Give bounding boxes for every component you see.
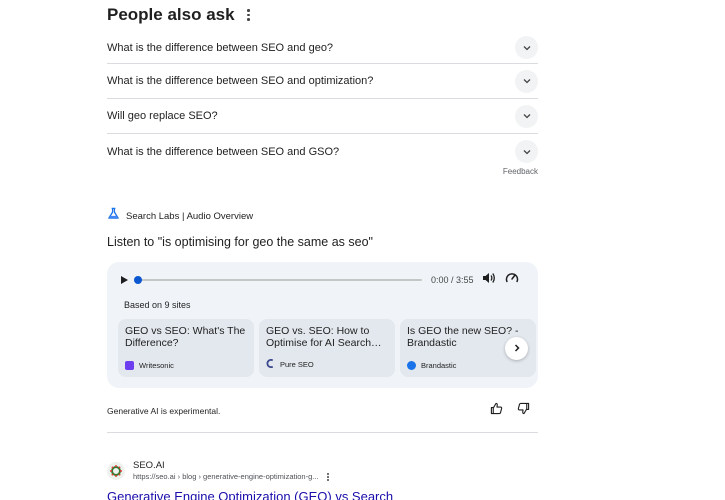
thumbs-up-icon[interactable] — [490, 402, 503, 420]
paa-question-list: What is the difference between SEO and g… — [107, 32, 538, 169]
audio-player: 0:00 / 3:55 — [121, 272, 526, 288]
based-on-sites: Based on 9 sites — [124, 300, 191, 310]
writesonic-icon — [125, 361, 134, 370]
audio-time: 0:00 / 3:55 — [431, 275, 474, 285]
source-site: Pure SEO — [266, 359, 314, 370]
feedback-thumbs — [490, 402, 530, 420]
thumbs-down-icon[interactable] — [517, 402, 530, 420]
feedback-link[interactable]: Feedback — [107, 167, 538, 176]
paa-question[interactable]: What is the difference between SEO and g… — [107, 32, 538, 64]
source-cards: GEO vs SEO: What's The Difference? Write… — [118, 319, 536, 377]
paa-question-text: What is the difference between SEO and G… — [107, 145, 340, 158]
paa-question-text: Will geo replace SEO? — [107, 110, 218, 122]
people-also-ask: People also ask What is the difference b… — [107, 0, 538, 176]
result-site-info: SEO.AI https://seo.ai › blog › generativ… — [133, 460, 329, 481]
search-labs-flask-icon — [107, 207, 120, 225]
audio-overview-title: Listen to "is optimising for geo the sam… — [107, 235, 373, 249]
ai-disclaimer: Generative AI is experimental. — [107, 406, 221, 416]
paa-question[interactable]: What is the difference between SEO and G… — [107, 134, 538, 169]
source-site-name: Brandastic — [421, 361, 457, 370]
search-labs-audio-overview: Search Labs | Audio Overview Listen to "… — [107, 207, 538, 433]
chevron-down-icon[interactable] — [515, 140, 538, 163]
source-title: GEO vs SEO: What's The Difference? — [125, 325, 246, 349]
paa-question-text: What is the difference between SEO and g… — [107, 41, 334, 54]
play-icon[interactable] — [121, 276, 128, 284]
paa-title: People also ask — [107, 5, 235, 24]
source-card[interactable]: GEO vs SEO: What's The Difference? Write… — [118, 319, 254, 377]
playback-speed-icon[interactable] — [505, 271, 519, 289]
result-url-row: https://seo.ai › blog › generative-engin… — [133, 472, 329, 481]
result-title-link[interactable]: Generative Engine Optimization (GEO) vs … — [107, 489, 538, 500]
source-site-name: Pure SEO — [280, 360, 314, 369]
paa-question[interactable]: What is the difference between SEO and o… — [107, 64, 538, 99]
disclaimer-row: Generative AI is experimental. — [107, 402, 538, 420]
audio-progress-track[interactable] — [134, 276, 422, 284]
result-url: https://seo.ai › blog › generative-engin… — [133, 472, 319, 481]
audio-player-card: 0:00 / 3:55 Based on 9 sites GEO vs SEO:… — [107, 262, 538, 388]
labs-header-text: Search Labs | Audio Overview — [126, 210, 254, 222]
chevron-down-icon[interactable] — [515, 69, 538, 93]
source-site-name: Writesonic — [139, 361, 174, 370]
chevron-down-icon[interactable] — [515, 36, 538, 59]
chevron-down-icon[interactable] — [515, 104, 538, 128]
source-card[interactable]: GEO vs. SEO: How to Optimise for AI Sear… — [259, 319, 395, 377]
next-sources-button[interactable] — [505, 337, 528, 360]
paa-question-text: What is the difference between SEO and o… — [107, 75, 374, 87]
result-site-row[interactable]: SEO.AI https://seo.ai › blog › generativ… — [107, 460, 538, 481]
result-site-name: SEO.AI — [133, 460, 165, 471]
source-site: Brandastic — [407, 361, 456, 370]
section-divider — [107, 432, 538, 433]
search-result: SEO.AI https://seo.ai › blog › generativ… — [107, 460, 538, 500]
source-title: GEO vs. SEO: How to Optimise for AI Sear… — [266, 325, 382, 349]
pure-seo-icon — [266, 359, 275, 370]
chevron-right-icon — [512, 340, 522, 358]
result-more-options-icon[interactable] — [326, 472, 329, 481]
audio-progress-knob[interactable] — [134, 276, 142, 284]
brandastic-icon — [407, 361, 416, 370]
paa-header: People also ask — [107, 0, 538, 30]
paa-more-options-icon[interactable] — [247, 9, 251, 21]
paa-question[interactable]: Will geo replace SEO? — [107, 99, 538, 134]
labs-header: Search Labs | Audio Overview — [107, 207, 538, 225]
source-site: Writesonic — [125, 361, 174, 370]
volume-icon[interactable] — [482, 271, 496, 289]
seo-ai-logo-icon — [107, 461, 125, 480]
